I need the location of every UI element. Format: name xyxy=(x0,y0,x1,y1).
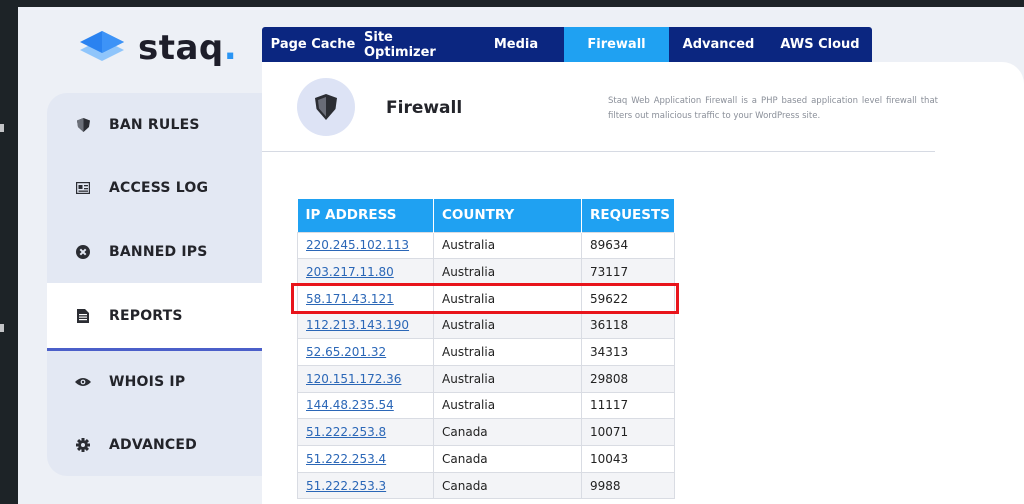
requests-cell: 9988 xyxy=(581,471,675,500)
tab-media[interactable]: Media xyxy=(468,27,564,62)
sidebar-item-label: BAN RULES xyxy=(109,117,200,133)
table-row: 58.171.43.121 Australia 59622 xyxy=(297,284,675,313)
sidebar-item-label: REPORTS xyxy=(109,307,183,324)
requests-cell: 34313 xyxy=(581,338,675,366)
main-tabs: Page Cache Site Optimizer Media Firewall… xyxy=(262,27,872,62)
ip-link[interactable]: 52.65.201.32 xyxy=(306,345,386,359)
ip-link[interactable]: 51.222.253.3 xyxy=(306,479,386,493)
sidebar-item-label: ACCESS LOG xyxy=(109,180,209,196)
ip-cell: 220.245.102.113 xyxy=(297,231,434,260)
ip-cell: 51.222.253.8 xyxy=(297,418,434,446)
column-header-country[interactable]: COUNTRY xyxy=(433,199,582,232)
tab-aws-cloud[interactable]: AWS Cloud xyxy=(768,27,872,62)
country-cell: Australia xyxy=(433,364,582,393)
ip-cell: 58.171.43.121 xyxy=(297,284,434,313)
table-row: 51.222.253.8 Canada 10071 xyxy=(297,418,675,446)
sidebar-item-whois-ip[interactable]: WHOIS IP xyxy=(47,350,262,414)
admin-side-menu xyxy=(0,0,18,504)
sidebar-item-label: ADVANCED xyxy=(109,437,197,453)
country-cell: Canada xyxy=(433,471,582,500)
requests-cell: 11117 xyxy=(581,391,675,420)
requests-cell: 36118 xyxy=(581,311,675,340)
sidebar-item-banned-ips[interactable]: BANNED IPS xyxy=(47,220,262,284)
menu-fragment xyxy=(0,124,4,132)
country-cell: Australia xyxy=(433,231,582,260)
ip-link[interactable]: 58.171.43.121 xyxy=(306,292,394,306)
table-row: 112.213.143.190 Australia 36118 xyxy=(297,311,675,340)
requests-cell: 10043 xyxy=(581,445,675,473)
country-cell: Australia xyxy=(433,391,582,420)
sidebar-item-reports[interactable]: REPORTS xyxy=(47,283,262,351)
ip-cell: 51.222.253.3 xyxy=(297,471,434,500)
ip-link[interactable]: 220.245.102.113 xyxy=(306,238,409,252)
column-header-ip[interactable]: IP ADDRESS xyxy=(297,199,434,232)
requests-cell: 89634 xyxy=(581,231,675,260)
country-cell: Australia xyxy=(433,258,582,286)
ip-link[interactable]: 120.151.172.36 xyxy=(306,372,401,386)
menu-fragment xyxy=(0,324,4,332)
sidebar-item-ban-rules[interactable]: BAN RULES xyxy=(47,93,262,157)
table-row: 52.65.201.32 Australia 34313 xyxy=(297,338,675,366)
sidebar-item-advanced[interactable]: ADVANCED xyxy=(47,413,262,476)
table-row: 220.245.102.113 Australia 89634 xyxy=(297,231,675,260)
admin-top-bar xyxy=(0,0,1024,7)
shield-icon xyxy=(315,94,337,120)
table-row: 51.222.253.3 Canada 9988 xyxy=(297,471,675,500)
table-row: 144.48.235.54 Australia 11117 xyxy=(297,391,675,420)
table-row: 203.217.11.80 Australia 73117 xyxy=(297,258,675,286)
ip-cell: 51.222.253.4 xyxy=(297,445,434,473)
table-row: 120.151.172.36 Australia 29808 xyxy=(297,364,675,393)
requests-cell: 29808 xyxy=(581,364,675,393)
firewall-sidebar: BAN RULES ACCESS LOG BANNED IPS REPORTS … xyxy=(47,93,262,476)
country-cell: Canada xyxy=(433,418,582,446)
ip-cell: 120.151.172.36 xyxy=(297,364,434,393)
page-title: Firewall xyxy=(386,98,463,118)
requests-cell: 59622 xyxy=(581,284,675,313)
table-header-row: IP ADDRESS COUNTRY REQUESTS xyxy=(297,199,675,232)
ban-icon xyxy=(75,244,91,260)
tab-page-cache[interactable]: Page Cache xyxy=(262,27,364,62)
divider xyxy=(262,151,935,152)
requests-cell: 73117 xyxy=(581,258,675,286)
tab-firewall[interactable]: Firewall xyxy=(564,27,669,62)
firewall-panel: Firewall Staq Web Application Firewall i… xyxy=(262,62,1024,504)
shield-icon xyxy=(75,117,91,133)
tab-site-optimizer[interactable]: Site Optimizer xyxy=(364,27,468,62)
ip-link[interactable]: 144.48.235.54 xyxy=(306,398,394,412)
page-description: Staq Web Application Firewall is a PHP b… xyxy=(608,96,938,121)
ip-cell: 203.217.11.80 xyxy=(297,258,434,286)
sidebar-item-access-log[interactable]: ACCESS LOG xyxy=(47,156,262,220)
staq-logo-icon xyxy=(80,31,124,61)
country-cell: Australia xyxy=(433,311,582,340)
column-header-requests[interactable]: REQUESTS xyxy=(581,199,675,232)
log-icon xyxy=(75,180,91,196)
ip-link[interactable]: 51.222.253.8 xyxy=(306,425,386,439)
firewall-badge xyxy=(297,78,355,136)
sidebar-item-label: BANNED IPS xyxy=(109,244,208,260)
country-cell: Australia xyxy=(433,338,582,366)
report-icon xyxy=(75,308,91,324)
table-row: 51.222.253.4 Canada 10043 xyxy=(297,445,675,473)
ip-cell: 144.48.235.54 xyxy=(297,391,434,420)
eye-icon xyxy=(75,374,91,390)
reports-table: IP ADDRESS COUNTRY REQUESTS 220.245.102.… xyxy=(297,199,675,500)
ip-link[interactable]: 51.222.253.4 xyxy=(306,452,386,466)
country-cell: Canada xyxy=(433,445,582,473)
requests-cell: 10071 xyxy=(581,418,675,446)
gear-icon xyxy=(75,437,91,453)
ip-link[interactable]: 112.213.143.190 xyxy=(306,318,409,332)
country-cell: Australia xyxy=(433,284,582,313)
logo-text: staq. xyxy=(138,28,238,68)
ip-cell: 52.65.201.32 xyxy=(297,338,434,366)
ip-link[interactable]: 203.217.11.80 xyxy=(306,265,394,279)
staq-logo[interactable]: staq. xyxy=(78,28,237,68)
sidebar-item-label: WHOIS IP xyxy=(109,374,186,390)
tab-advanced[interactable]: Advanced xyxy=(669,27,768,62)
ip-cell: 112.213.143.190 xyxy=(297,311,434,340)
